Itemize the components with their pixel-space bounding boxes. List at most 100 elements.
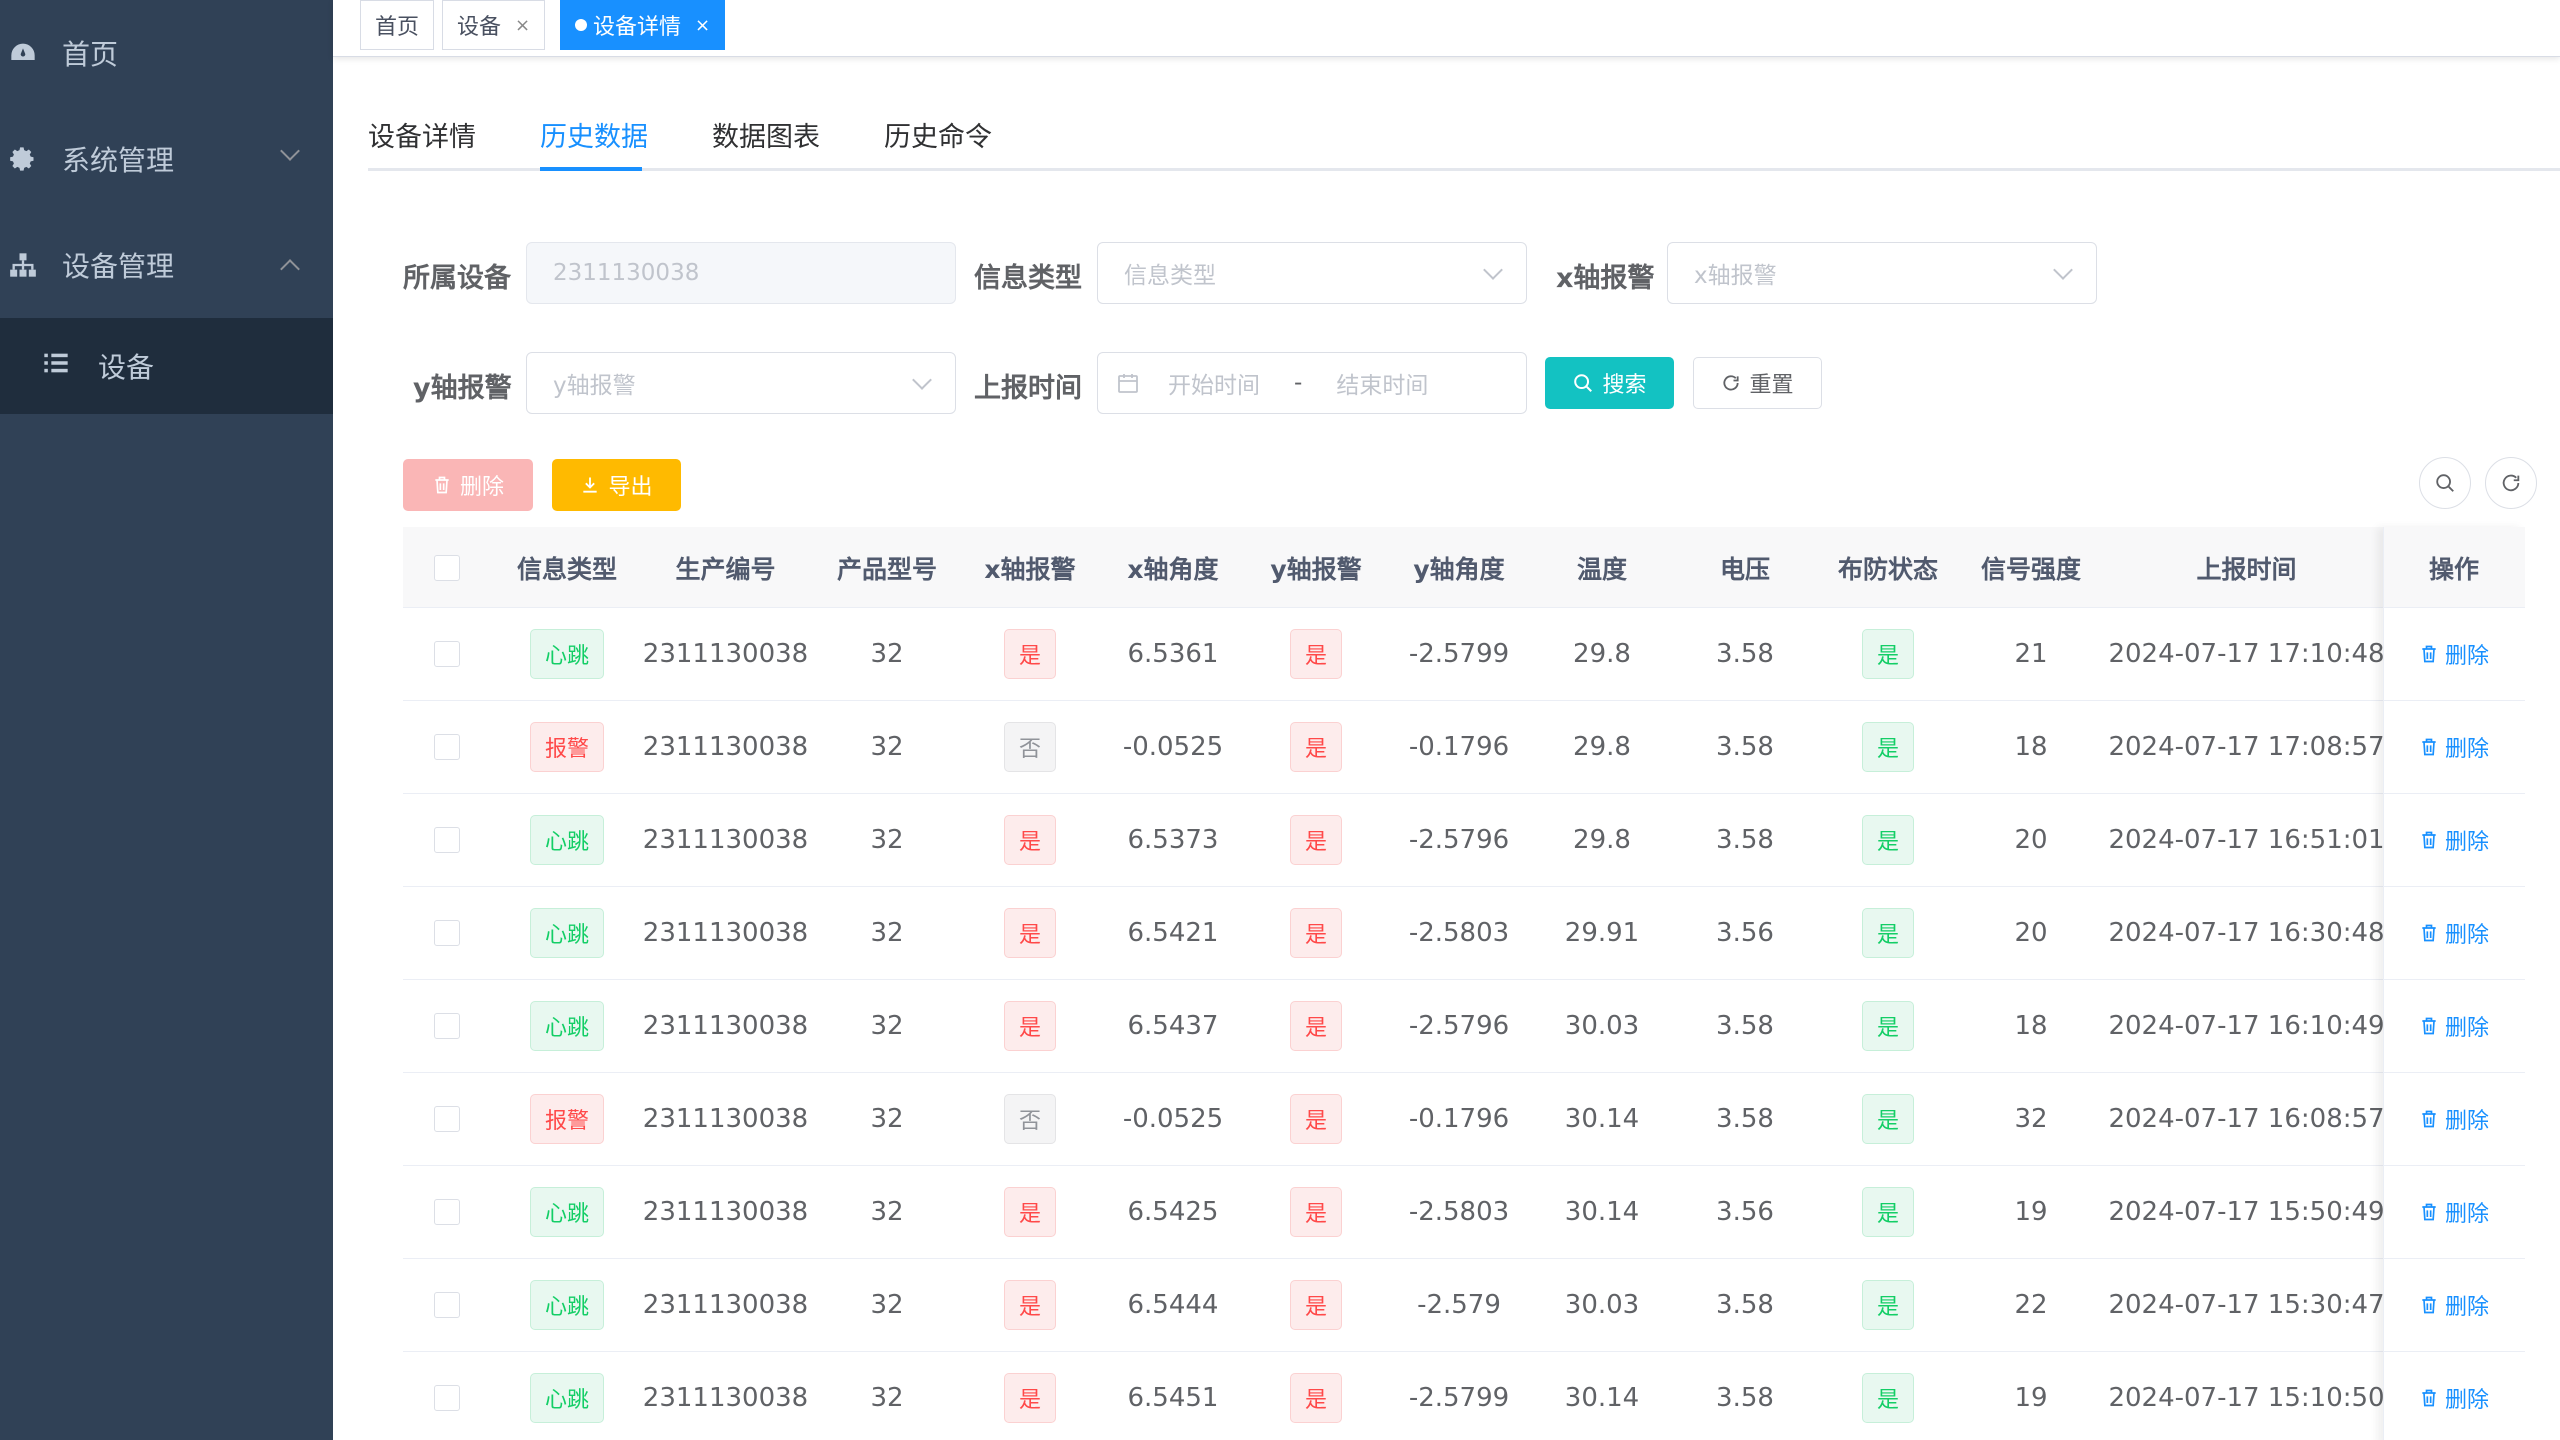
table-row: 心跳 2311130038 32 是 6.5421 是 -2.5803 29.91 3.56 是 2… — [403, 887, 2525, 980]
cell-serial: 2311130038 — [642, 1011, 809, 1041]
y-alarm-badge: 是 — [1289, 1280, 1342, 1330]
row-delete-button[interactable]: 删除 — [2419, 1103, 2489, 1135]
y-alarm-badge: 是 — [1289, 722, 1342, 772]
row-checkbox[interactable] — [434, 1292, 460, 1318]
trash-icon — [2422, 1296, 2436, 1314]
info-type-badge: 心跳 — [529, 908, 604, 958]
cell-x-angle: -0.0525 — [1122, 1104, 1224, 1134]
row-select-cell — [403, 794, 491, 886]
reset-button[interactable]: 重置 — [1693, 357, 1822, 409]
table-row: 心跳 2311130038 32 是 6.5361 是 -2.5799 29.8 3.58 是 21… — [403, 608, 2525, 701]
row-delete-button[interactable]: 删除 — [2419, 824, 2489, 856]
y-alarm-badge: 是 — [1289, 629, 1342, 679]
tab-device-detail[interactable]: 设备详情 — [368, 115, 476, 154]
cell-info-type: 报警 — [491, 701, 643, 793]
sidebar-item-device[interactable]: 设备 — [0, 318, 333, 414]
search-button[interactable]: 搜索 — [1545, 357, 1674, 409]
cell-info-type: 报警 — [491, 1073, 643, 1165]
cell-x-alarm: 是 — [966, 980, 1094, 1072]
x-alarm-select[interactable]: x轴报警 — [1667, 242, 2097, 304]
reset-button-label: 重置 — [1749, 373, 1794, 398]
report-time-range[interactable]: 开始时间 - 结束时间 — [1097, 352, 1527, 414]
x-alarm-badge: 否 — [1003, 1094, 1056, 1144]
row-select-cell — [403, 1073, 491, 1165]
cell-voltage: 3.56 — [1716, 918, 1774, 948]
armed-badge: 是 — [1861, 1373, 1914, 1423]
export-button[interactable]: 导出 — [552, 459, 681, 511]
row-delete-button[interactable]: 删除 — [2419, 1382, 2489, 1414]
trash-icon — [2422, 1017, 2436, 1035]
row-delete-button[interactable]: 删除 — [2419, 1010, 2489, 1042]
row-checkbox[interactable] — [434, 920, 460, 946]
trash-icon — [2422, 1110, 2436, 1128]
cell-report-time: 2024-07-17 17:08:57 — [2108, 732, 2385, 762]
tab-data-chart[interactable]: 数据图表 — [712, 115, 820, 154]
row-delete-label: 删除 — [2444, 1295, 2489, 1320]
cell-temperature: 30.03 — [1564, 1011, 1640, 1041]
trash-icon — [432, 475, 452, 495]
device-label: 所属设备 — [403, 263, 511, 294]
chevron-up-icon — [280, 259, 300, 279]
cell-y-angle: -2.579 — [1417, 1290, 1501, 1320]
tab-history-command[interactable]: 历史命令 — [884, 115, 992, 154]
row-checkbox[interactable] — [434, 1013, 460, 1039]
tag-device[interactable]: 设备 × — [442, 0, 546, 50]
cell-x-alarm: 否 — [966, 701, 1094, 793]
cell-operation: 删除 — [2383, 608, 2525, 700]
cell-info-type: 心跳 — [491, 1259, 643, 1351]
row-checkbox[interactable] — [434, 734, 460, 760]
row-delete-button[interactable]: 删除 — [2419, 1196, 2489, 1228]
armed-badge: 是 — [1861, 1187, 1914, 1237]
col-model: 产品型号 — [836, 554, 937, 584]
close-icon[interactable]: × — [695, 15, 710, 36]
row-delete-button[interactable]: 删除 — [2419, 731, 2489, 763]
y-alarm-placeholder: y轴报警 — [553, 373, 636, 399]
row-delete-label: 删除 — [2444, 737, 2489, 762]
trash-icon — [2422, 831, 2436, 849]
sidebar-item-home[interactable]: 首页 — [0, 0, 333, 106]
chevron-down-icon — [2053, 260, 2073, 280]
row-delete-button[interactable]: 删除 — [2419, 638, 2489, 670]
armed-badge: 是 — [1861, 908, 1914, 958]
info-type-badge: 报警 — [529, 722, 604, 772]
row-delete-button[interactable]: 删除 — [2419, 1289, 2489, 1321]
cell-signal: 18 — [2014, 1011, 2048, 1041]
row-checkbox[interactable] — [434, 1199, 460, 1225]
table-row: 心跳 2311130038 32 是 6.5425 是 -2.5803 30.14 3.56 是 1… — [403, 1166, 2525, 1259]
cell-temperature: 29.8 — [1573, 639, 1631, 669]
cell-model: 32 — [870, 1104, 904, 1134]
row-checkbox[interactable] — [434, 641, 460, 667]
y-alarm-badge: 是 — [1289, 1187, 1342, 1237]
y-alarm-select[interactable]: y轴报警 — [526, 352, 956, 414]
info-type-select[interactable]: 信息类型 — [1097, 242, 1527, 304]
tag-device-detail[interactable]: 设备详情 × — [560, 0, 726, 50]
cell-x-alarm: 是 — [966, 794, 1094, 886]
cell-serial: 2311130038 — [642, 1197, 809, 1227]
refresh-table-button[interactable] — [2485, 457, 2537, 509]
x-alarm-badge: 是 — [1003, 908, 1056, 958]
row-checkbox[interactable] — [434, 1106, 460, 1132]
select-all-checkbox[interactable] — [434, 554, 460, 581]
sidebar-item-system[interactable]: 系统管理 — [0, 106, 333, 212]
close-icon[interactable]: × — [515, 15, 530, 36]
sidebar-item-device-mgmt[interactable]: 设备管理 — [0, 212, 333, 318]
toggle-search-button[interactable] — [2419, 457, 2471, 509]
cell-signal: 19 — [2014, 1383, 2048, 1413]
row-select-cell — [403, 1352, 491, 1440]
cell-y-angle: -0.1796 — [1408, 1104, 1510, 1134]
cell-report-time: 2024-07-17 15:30:47 — [2108, 1290, 2385, 1320]
cell-report-time: 2024-07-17 16:30:48 — [2108, 918, 2385, 948]
x-alarm-badge: 是 — [1003, 815, 1056, 865]
row-delete-button[interactable]: 删除 — [2419, 917, 2489, 949]
cell-y-alarm: 是 — [1252, 980, 1380, 1072]
tab-history-data[interactable]: 历史数据 — [540, 115, 648, 154]
cell-x-angle: 6.5421 — [1127, 918, 1219, 948]
row-checkbox[interactable] — [434, 827, 460, 853]
chevron-down-icon — [912, 370, 932, 390]
cell-x-angle: 6.5373 — [1127, 825, 1219, 855]
batch-delete-button[interactable]: 删除 — [403, 459, 533, 511]
tag-home[interactable]: 首页 — [360, 0, 435, 50]
row-checkbox[interactable] — [434, 1385, 460, 1411]
row-select-cell — [403, 887, 491, 979]
cell-model: 32 — [870, 639, 904, 669]
